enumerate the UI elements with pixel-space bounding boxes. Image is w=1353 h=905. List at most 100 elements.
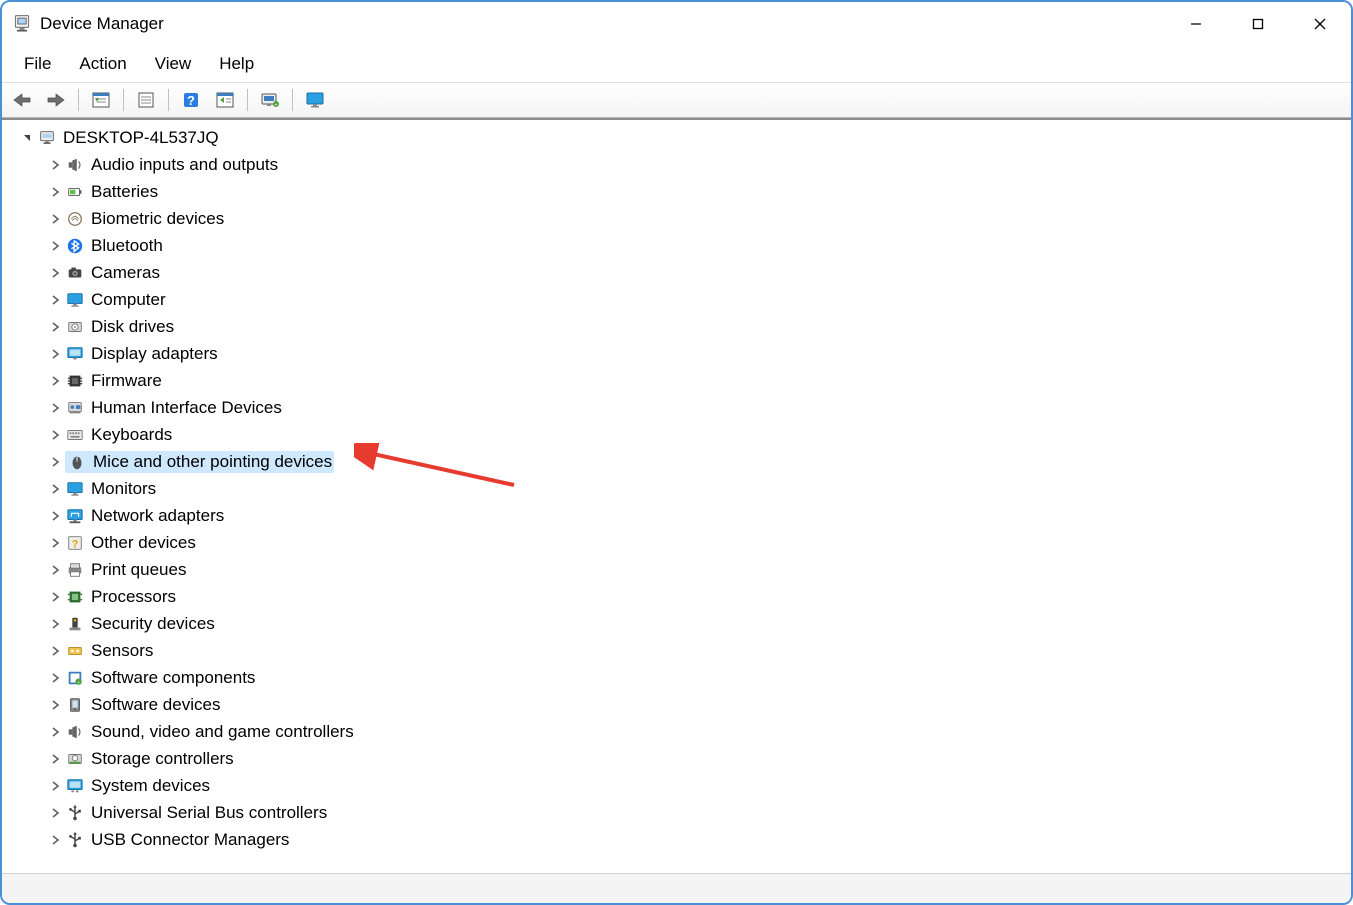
tree-item-display[interactable]: Display adapters: [2, 340, 1351, 367]
tree-item-camera[interactable]: Cameras: [2, 259, 1351, 286]
chevron-right-icon[interactable]: [48, 266, 62, 280]
software-icon: +: [65, 668, 85, 688]
app-icon: [12, 14, 32, 34]
chevron-right-icon[interactable]: [48, 698, 62, 712]
tree-item-label: Keyboards: [91, 421, 172, 448]
keyboard-icon: [65, 425, 85, 445]
tree-item-battery[interactable]: Batteries: [2, 178, 1351, 205]
chevron-right-icon[interactable]: [48, 347, 62, 361]
tree-item-speaker[interactable]: Audio inputs and outputs: [2, 151, 1351, 178]
toolbar-back-button[interactable]: [8, 87, 36, 113]
minimize-button[interactable]: [1165, 2, 1227, 46]
chevron-right-icon[interactable]: [48, 725, 62, 739]
tree-item-cpu[interactable]: Processors: [2, 583, 1351, 610]
tree-item-chip[interactable]: Firmware: [2, 367, 1351, 394]
chevron-right-icon[interactable]: [48, 590, 62, 604]
camera-icon: [65, 263, 85, 283]
tree-root-node[interactable]: DESKTOP-4L537JQ: [2, 124, 1351, 151]
toolbar-show-hidden-button[interactable]: [87, 87, 115, 113]
chevron-right-icon[interactable]: [48, 617, 62, 631]
chevron-right-icon[interactable]: [48, 158, 62, 172]
tree-item-printer[interactable]: Print queues: [2, 556, 1351, 583]
toolbar-forward-button[interactable]: [42, 87, 70, 113]
chevron-right-icon[interactable]: [48, 374, 62, 388]
chevron-right-icon[interactable]: [48, 536, 62, 550]
device-manager-window: Device Manager File Action View Help: [0, 0, 1353, 905]
softdev-icon: [65, 695, 85, 715]
chevron-right-icon[interactable]: [48, 428, 62, 442]
tree-item-usb[interactable]: Universal Serial Bus controllers: [2, 799, 1351, 826]
tree-item-sensor[interactable]: Sensors: [2, 637, 1351, 664]
chevron-right-icon[interactable]: [48, 779, 62, 793]
chevron-right-icon[interactable]: [48, 185, 62, 199]
tree-item-other[interactable]: ?Other devices: [2, 529, 1351, 556]
statusbar: [2, 873, 1351, 903]
tree-item-mouse[interactable]: Mice and other pointing devices: [2, 448, 1351, 475]
tree-item-usbconn[interactable]: USB Connector Managers: [2, 826, 1351, 853]
chevron-right-icon[interactable]: [48, 806, 62, 820]
tree-item-label: Software components: [91, 664, 255, 691]
fingerprint-icon: [65, 209, 85, 229]
toolbar: ? +: [2, 82, 1351, 118]
tree-item-monitor[interactable]: Computer: [2, 286, 1351, 313]
tree-item-hid[interactable]: Human Interface Devices: [2, 394, 1351, 421]
maximize-button[interactable]: [1227, 2, 1289, 46]
chevron-right-icon[interactable]: [48, 644, 62, 658]
tree-item-monitor2[interactable]: Monitors: [2, 475, 1351, 502]
chevron-right-icon[interactable]: [48, 293, 62, 307]
tree-item-label: Print queues: [91, 556, 186, 583]
chevron-down-icon[interactable]: [20, 131, 34, 145]
chevron-right-icon[interactable]: [48, 563, 62, 577]
toolbar-help-button[interactable]: ?: [177, 87, 205, 113]
chevron-right-icon[interactable]: [48, 671, 62, 685]
tree-item-disk[interactable]: Disk drives: [2, 313, 1351, 340]
close-button[interactable]: [1289, 2, 1351, 46]
sound-icon: [65, 722, 85, 742]
tree-item-label: Network adapters: [91, 502, 224, 529]
toolbar-monitor-button[interactable]: [301, 87, 329, 113]
tree-item-label: Audio inputs and outputs: [91, 151, 278, 178]
menu-action[interactable]: Action: [65, 50, 140, 78]
chevron-right-icon[interactable]: [48, 212, 62, 226]
menu-view[interactable]: View: [141, 50, 206, 78]
tree-item-label: USB Connector Managers: [91, 826, 289, 853]
toolbar-scan-button[interactable]: +: [256, 87, 284, 113]
tree-item-software[interactable]: + Software components: [2, 664, 1351, 691]
tree-item-label: Sensors: [91, 637, 153, 664]
usb-icon: [65, 803, 85, 823]
chevron-right-icon[interactable]: [48, 239, 62, 253]
mouse-icon: [67, 452, 87, 472]
other-icon: ?: [65, 533, 85, 553]
toolbar-update-button[interactable]: [211, 87, 239, 113]
chevron-right-icon[interactable]: [48, 401, 62, 415]
toolbar-properties-button[interactable]: [132, 87, 160, 113]
monitor2-icon: [65, 479, 85, 499]
tree-item-label: Monitors: [91, 475, 156, 502]
chevron-right-icon[interactable]: [48, 752, 62, 766]
menu-file[interactable]: File: [10, 50, 65, 78]
chevron-right-icon[interactable]: [48, 509, 62, 523]
hid-icon: [65, 398, 85, 418]
tree-item-bluetooth[interactable]: Bluetooth: [2, 232, 1351, 259]
chevron-right-icon[interactable]: [48, 482, 62, 496]
menu-help[interactable]: Help: [205, 50, 268, 78]
tree-item-security[interactable]: Security devices: [2, 610, 1351, 637]
svg-text:?: ?: [187, 93, 195, 108]
chevron-right-icon[interactable]: [48, 320, 62, 334]
chevron-right-icon[interactable]: [48, 833, 62, 847]
window-controls: [1165, 2, 1351, 46]
tree-item-label: Security devices: [91, 610, 215, 637]
titlebar: Device Manager: [2, 2, 1351, 46]
tree-item-softdev[interactable]: Software devices: [2, 691, 1351, 718]
chevron-right-icon[interactable]: [48, 455, 62, 469]
tree-item-fingerprint[interactable]: Biometric devices: [2, 205, 1351, 232]
tree-item-system[interactable]: System devices: [2, 772, 1351, 799]
svg-text:+: +: [77, 679, 80, 684]
tree-item-sound[interactable]: Sound, video and game controllers: [2, 718, 1351, 745]
tree-item-storage[interactable]: Storage controllers: [2, 745, 1351, 772]
tree-item-label: Disk drives: [91, 313, 174, 340]
system-icon: [65, 776, 85, 796]
tree-item-keyboard[interactable]: Keyboards: [2, 421, 1351, 448]
tree-item-network[interactable]: Network adapters: [2, 502, 1351, 529]
tree-container[interactable]: DESKTOP-4L537JQAudio inputs and outputsB…: [2, 118, 1351, 873]
